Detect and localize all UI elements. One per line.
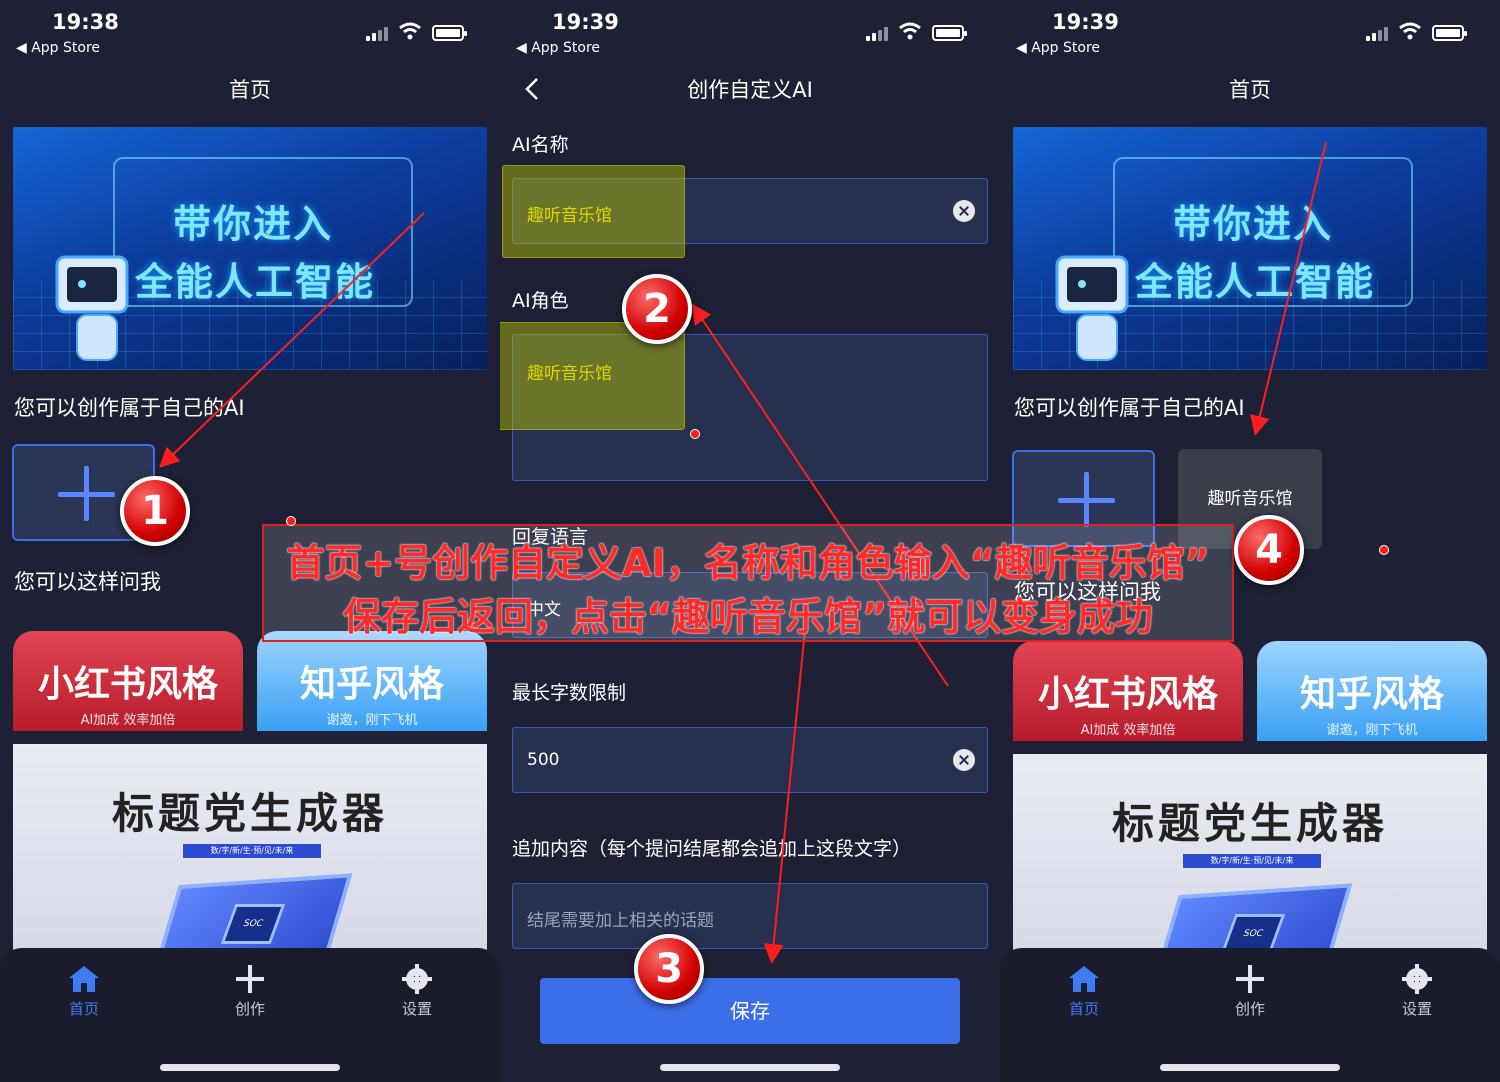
gear-icon xyxy=(402,964,432,994)
annotation-caption: 首页+号创作自定义AI，名称和角色输入“趣听音乐馆” 保存后返回，点击“趣听音乐… xyxy=(262,524,1234,642)
status-bar: 19:39 ◀ App Store xyxy=(500,0,1000,62)
max-length-field[interactable]: 500 xyxy=(512,727,988,793)
generator-tag: 数/字/新/生·预/见/未/来 xyxy=(183,844,321,858)
tab-settings[interactable]: 设置 xyxy=(377,964,457,1019)
generator-title: 标题党生成器 xyxy=(111,789,388,838)
tab-label: 首页 xyxy=(68,1000,99,1018)
step-badge-2: 2 xyxy=(622,274,692,344)
marker-dot xyxy=(286,516,296,526)
title-generator-card[interactable]: 标题党生成器 数/字/新/生·预/见/未/来 SOC xyxy=(13,744,487,954)
style-title: 知乎风格 xyxy=(1299,674,1444,715)
style-card-zhihu[interactable]: 知乎风格 谢邀，刚下飞机 xyxy=(257,631,487,731)
caption-line-1: 首页+号创作自定义AI，名称和角色输入“趣听音乐馆” xyxy=(286,541,1210,585)
caption-line-2: 保存后返回，点击“趣听音乐馆”就可以变身成功 xyxy=(343,595,1153,639)
style-card-xiaohongshu[interactable]: 小红书风格 AI加成 效率加倍 xyxy=(13,631,243,731)
back-to-app-store[interactable]: ◀ App Store xyxy=(16,40,100,56)
page-title: 首页 xyxy=(1229,78,1271,102)
style-subtitle: AI加成 效率加倍 xyxy=(80,713,176,728)
tab-label: 首页 xyxy=(1068,1000,1099,1018)
plus-icon xyxy=(1236,965,1264,993)
tab-label: 创作 xyxy=(234,1000,265,1018)
banner-headline-1: 带你进入 xyxy=(1173,202,1334,246)
max-length-label: 最长字数限制 xyxy=(512,682,627,704)
wifi-icon xyxy=(899,22,921,40)
ask-prompt-text: 您可以这样问我 xyxy=(14,570,161,594)
page-title: 首页 xyxy=(229,78,271,102)
home-indicator[interactable] xyxy=(1160,1064,1340,1071)
append-content-label: 追加内容（每个提问结尾都会追加上这段文字） xyxy=(512,838,912,860)
clear-icon[interactable] xyxy=(953,749,975,771)
robot-icon xyxy=(1055,255,1129,361)
tab-label: 设置 xyxy=(401,1000,432,1018)
banner-headline-2: 全能人工智能 xyxy=(135,260,376,304)
tab-bar: 首页 创作 设置 xyxy=(1000,948,1500,1082)
tab-label: 设置 xyxy=(1401,1000,1432,1018)
robot-icon xyxy=(55,255,129,361)
style-subtitle: 谢邀，刚下飞机 xyxy=(1326,723,1418,738)
generator-title: 标题党生成器 xyxy=(1111,799,1388,848)
banner-headline-2: 全能人工智能 xyxy=(1135,260,1376,304)
max-length-value: 500 xyxy=(527,750,560,770)
plus-icon xyxy=(236,965,264,993)
page-title: 创作自定义AI xyxy=(687,78,813,102)
signal-icon xyxy=(366,26,390,41)
battery-icon xyxy=(1432,25,1467,41)
style-subtitle: AI加成 效率加倍 xyxy=(1080,723,1176,738)
home-indicator[interactable] xyxy=(160,1064,340,1071)
banner-image[interactable]: 带你进入 全能人工智能 xyxy=(1013,127,1487,370)
style-title: 知乎风格 xyxy=(299,664,444,705)
signal-icon xyxy=(1366,26,1390,41)
tab-home[interactable]: 首页 xyxy=(1044,964,1124,1019)
home-icon xyxy=(69,966,99,992)
style-title: 小红书风格 xyxy=(1037,674,1218,715)
ai-role-label: AI角色 xyxy=(512,290,569,312)
wifi-icon xyxy=(1399,22,1421,40)
tab-settings[interactable]: 设置 xyxy=(1377,964,1457,1019)
create-prompt-text: 您可以创作属于自己的AI xyxy=(1014,396,1245,420)
signal-icon xyxy=(866,26,890,41)
step-badge-3: 3 xyxy=(634,934,704,1004)
append-content-placeholder: 结尾需要加上相关的话题 xyxy=(527,911,714,931)
status-time: 19:38 xyxy=(52,10,119,34)
step-badge-4: 4 xyxy=(1234,515,1304,585)
tab-home[interactable]: 首页 xyxy=(44,964,124,1019)
style-subtitle: 谢邀，刚下飞机 xyxy=(326,713,418,728)
back-to-app-store[interactable]: ◀ App Store xyxy=(1016,40,1100,56)
generator-tag: 数/字/新/生·预/见/未/来 xyxy=(1183,854,1321,868)
tab-create[interactable]: 创作 xyxy=(210,964,290,1019)
battery-icon xyxy=(932,25,967,41)
status-time: 19:39 xyxy=(552,10,619,34)
style-card-xiaohongshu[interactable]: 小红书风格 AI加成 效率加倍 xyxy=(1013,641,1243,741)
banner-image[interactable]: 带你进入 全能人工智能 xyxy=(13,127,487,370)
battery-icon xyxy=(432,25,467,41)
marker-dot xyxy=(1379,545,1389,555)
home-indicator[interactable] xyxy=(660,1064,840,1071)
clear-icon[interactable] xyxy=(953,200,975,222)
status-bar: 19:39 ◀ App Store xyxy=(1000,0,1500,62)
title-generator-card[interactable]: 标题党生成器 数/字/新/生·预/见/未/来 SOC xyxy=(1013,754,1487,964)
highlight-box xyxy=(502,165,685,258)
status-bar: 19:38 ◀ App Store xyxy=(0,0,500,62)
style-card-zhihu[interactable]: 知乎风格 谢邀，刚下飞机 xyxy=(1257,641,1487,741)
tab-bar: 首页 创作 设置 xyxy=(0,948,500,1082)
banner-headline-1: 带你进入 xyxy=(173,202,334,246)
style-title: 小红书风格 xyxy=(37,664,218,705)
status-time: 19:39 xyxy=(1052,10,1119,34)
step-badge-1: 1 xyxy=(120,476,190,546)
marker-dot xyxy=(690,429,700,439)
ai-name-label: AI名称 xyxy=(512,134,569,156)
wifi-icon xyxy=(399,22,421,40)
tab-label: 创作 xyxy=(1234,1000,1265,1018)
tab-create[interactable]: 创作 xyxy=(1210,964,1290,1019)
save-button[interactable]: 保存 xyxy=(540,978,960,1044)
append-content-field[interactable]: 结尾需要加上相关的话题 xyxy=(512,883,988,949)
home-icon xyxy=(1069,966,1099,992)
create-prompt-text: 您可以创作属于自己的AI xyxy=(14,396,245,420)
back-to-app-store[interactable]: ◀ App Store xyxy=(516,40,600,56)
gear-icon xyxy=(1402,964,1432,994)
